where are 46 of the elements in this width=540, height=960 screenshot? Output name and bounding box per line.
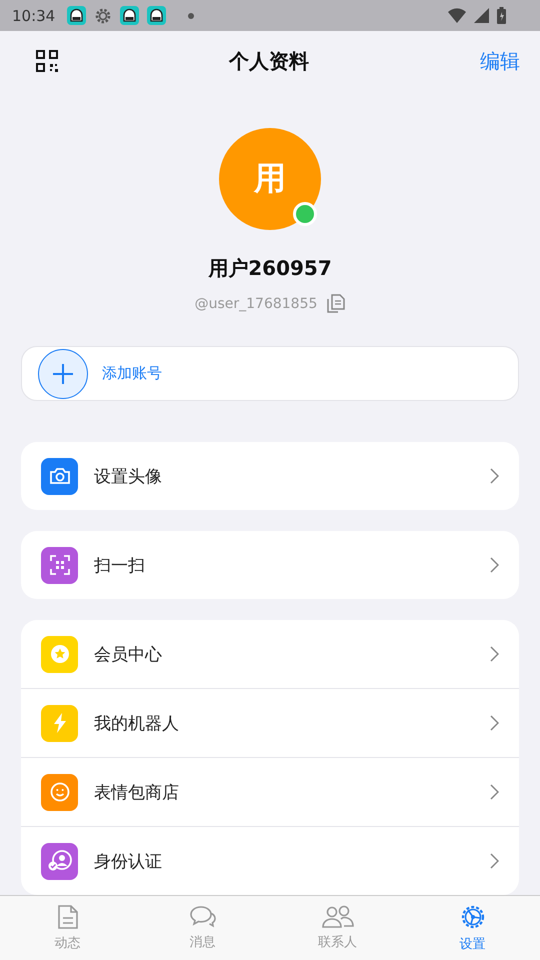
menu-item[interactable]: 我的机器人 (21, 688, 519, 757)
menu-item-label: 设置头像 (94, 466, 163, 488)
camera-icon (48, 467, 70, 485)
status-time: 10:34 (12, 6, 56, 24)
menu-item[interactable]: 表情包商店 (21, 757, 519, 826)
nav-tab[interactable]: 设置 (405, 896, 540, 960)
qr-code-icon[interactable] (36, 50, 58, 72)
menu-item-label: 身份认证 (94, 850, 163, 872)
contacts-icon (322, 905, 354, 929)
chat-icon (188, 905, 216, 929)
app-notification-icon (147, 6, 166, 25)
edit-button[interactable]: 编辑 (480, 48, 520, 74)
page-title: 个人资料 (229, 48, 309, 74)
add-account-label: 添加账号 (102, 364, 162, 383)
menu-item[interactable]: 会员中心 (21, 620, 519, 688)
battery-icon (497, 7, 506, 24)
chevron-right-icon (490, 646, 499, 662)
menu-item[interactable]: 扫一扫 (21, 531, 519, 599)
menu-item-label: 扫一扫 (94, 554, 146, 576)
menu-item-label: 我的机器人 (94, 712, 180, 734)
signal-icon (474, 8, 489, 23)
scan-icon (50, 555, 70, 575)
user-handle: @user_17681855 (194, 296, 318, 312)
chevron-right-icon (490, 784, 499, 800)
menu-item-label: 表情包商店 (94, 782, 180, 804)
app-notification-icon (120, 6, 140, 25)
verified-user-icon (48, 850, 72, 872)
user-name: 用户260957 (208, 255, 332, 282)
document-icon (56, 904, 78, 930)
plus-icon (52, 362, 74, 384)
menu-item[interactable]: 设置头像 (21, 442, 519, 510)
chevron-right-icon (490, 853, 499, 869)
dot-icon (188, 12, 194, 18)
gear-icon (94, 6, 112, 24)
wifi-icon (448, 8, 466, 23)
chevron-right-icon (490, 468, 499, 484)
app-notification-icon (67, 6, 86, 25)
lightning-icon (52, 713, 66, 733)
chevron-right-icon (490, 557, 499, 573)
chevron-right-icon (490, 715, 499, 731)
menu-item-label: 会员中心 (94, 644, 163, 666)
avatar: 用 (219, 128, 321, 230)
smiley-icon (50, 782, 70, 802)
copy-icon[interactable] (327, 294, 346, 313)
add-account-card[interactable]: 添加账号 (21, 346, 519, 401)
add-account-button[interactable] (38, 348, 88, 398)
